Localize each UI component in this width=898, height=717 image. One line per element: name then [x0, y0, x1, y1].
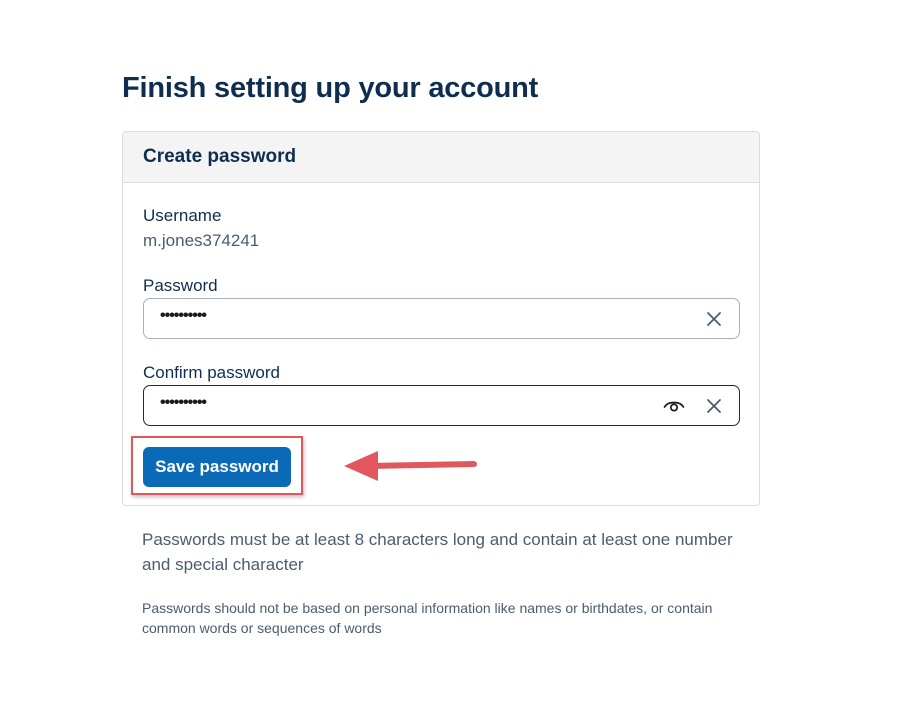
card-title: Create password: [143, 146, 297, 167]
card-header: Create password: [123, 132, 759, 183]
annotation-highlight: [131, 436, 303, 495]
arrow-left-icon: [344, 451, 477, 481]
close-icon[interactable]: [703, 395, 725, 417]
username-label: Username: [143, 206, 222, 225]
username-value: m.jones374241: [143, 231, 260, 250]
eye-icon[interactable]: [663, 395, 685, 417]
password-advice-note: Passwords should not be based on persona…: [142, 600, 713, 636]
confirm-password-value: ••••••••••: [160, 394, 207, 411]
confirm-password-label: Confirm password: [143, 363, 280, 382]
page: Finish setting up your account Create pa…: [0, 0, 898, 717]
password-input[interactable]: ••••••••••: [143, 298, 740, 339]
page-title: Finish setting up your account: [122, 72, 539, 104]
password-value: ••••••••••: [160, 307, 207, 324]
password-label: Password: [143, 276, 218, 295]
password-requirements-note: Passwords must be at least 8 characters …: [142, 530, 733, 574]
close-icon[interactable]: [703, 308, 725, 330]
confirm-password-input[interactable]: ••••••••••: [143, 385, 740, 426]
